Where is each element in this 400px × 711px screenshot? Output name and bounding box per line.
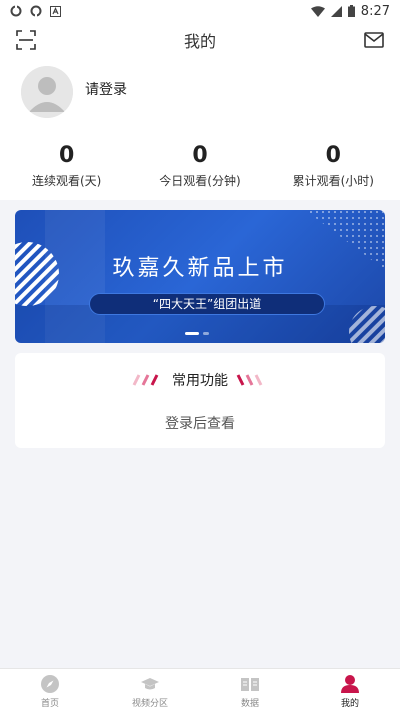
signal-icon — [330, 5, 342, 17]
scan-button[interactable] — [14, 28, 38, 52]
scan-icon — [16, 30, 36, 50]
stat-value: 0 — [192, 143, 208, 168]
login-link[interactable]: 请登录 — [85, 79, 127, 99]
status-right-icons: 8:27 — [310, 3, 390, 19]
tab-label: 首页 — [40, 699, 59, 709]
tab-data[interactable]: 数据 — [200, 669, 300, 711]
stat-label: 连续观看(天) — [31, 174, 102, 188]
stat-consecutive-days: 0 连续观看(天) — [0, 142, 133, 189]
common-functions-card: 常用功能 登录后查看 — [15, 353, 385, 448]
mail-icon — [364, 32, 384, 48]
login-hint[interactable]: 登录后查看 — [15, 413, 385, 433]
stat-value: 0 — [59, 143, 75, 168]
status-time: 8:27 — [360, 3, 390, 19]
status-left-icons — [10, 5, 61, 17]
tab-video-sections[interactable]: 视频分区 — [100, 669, 200, 711]
tab-mine[interactable]: 我的 — [300, 669, 400, 711]
tab-home[interactable]: 首页 — [0, 669, 100, 711]
promo-banner[interactable]: 玖嘉久新品上市 “四大天王”组团出道 — [15, 210, 385, 343]
user-icon — [341, 675, 359, 693]
banner-subtitle: “四大天王”组团出道 — [89, 293, 325, 315]
tab-label: 我的 — [340, 699, 359, 709]
watch-stats: 0 连续观看(天) 0 今日观看(分钟) 0 累计观看(小时) — [0, 142, 400, 189]
status-bar: 8:27 — [0, 0, 400, 22]
pagination-dot-active — [185, 332, 199, 335]
notification-a-icon — [50, 5, 61, 17]
sync-icon — [30, 5, 42, 17]
page-title: 我的 — [183, 32, 216, 51]
slash-decoration-icon — [236, 374, 263, 386]
stat-today-minutes: 0 今日观看(分钟) — [133, 142, 266, 189]
avatar-icon — [21, 66, 73, 118]
stat-label: 累计观看(小时) — [292, 174, 374, 188]
stat-value: 0 — [325, 143, 341, 168]
pagination-dot — [203, 332, 209, 335]
graduation-cap-icon — [141, 678, 159, 690]
banner-title: 玖嘉久新品上市 — [112, 256, 288, 281]
compass-icon — [41, 675, 59, 693]
profile-section: 请登录 0 连续观看(天) 0 今日观看(分钟) 0 累计观看(小时) — [0, 58, 400, 200]
slash-decoration-icon — [132, 374, 159, 386]
section-title-row: 常用功能 — [15, 370, 385, 390]
battery-icon — [347, 5, 355, 17]
stat-label: 今日观看(分钟) — [159, 174, 241, 188]
sync-icon — [10, 5, 22, 17]
banner-pagination — [185, 332, 209, 335]
messages-button[interactable] — [362, 28, 386, 52]
tab-label: 数据 — [240, 699, 259, 709]
wifi-icon — [310, 5, 325, 17]
stat-total-hours: 0 累计观看(小时) — [267, 142, 400, 189]
tab-label: 视频分区 — [131, 699, 168, 709]
avatar[interactable] — [21, 66, 73, 118]
bottom-tab-bar: 首页 视频分区 数据 我的 — [0, 668, 400, 711]
page-header: 我的 — [0, 22, 400, 58]
book-icon — [241, 678, 259, 691]
section-title: 常用功能 — [172, 373, 228, 389]
